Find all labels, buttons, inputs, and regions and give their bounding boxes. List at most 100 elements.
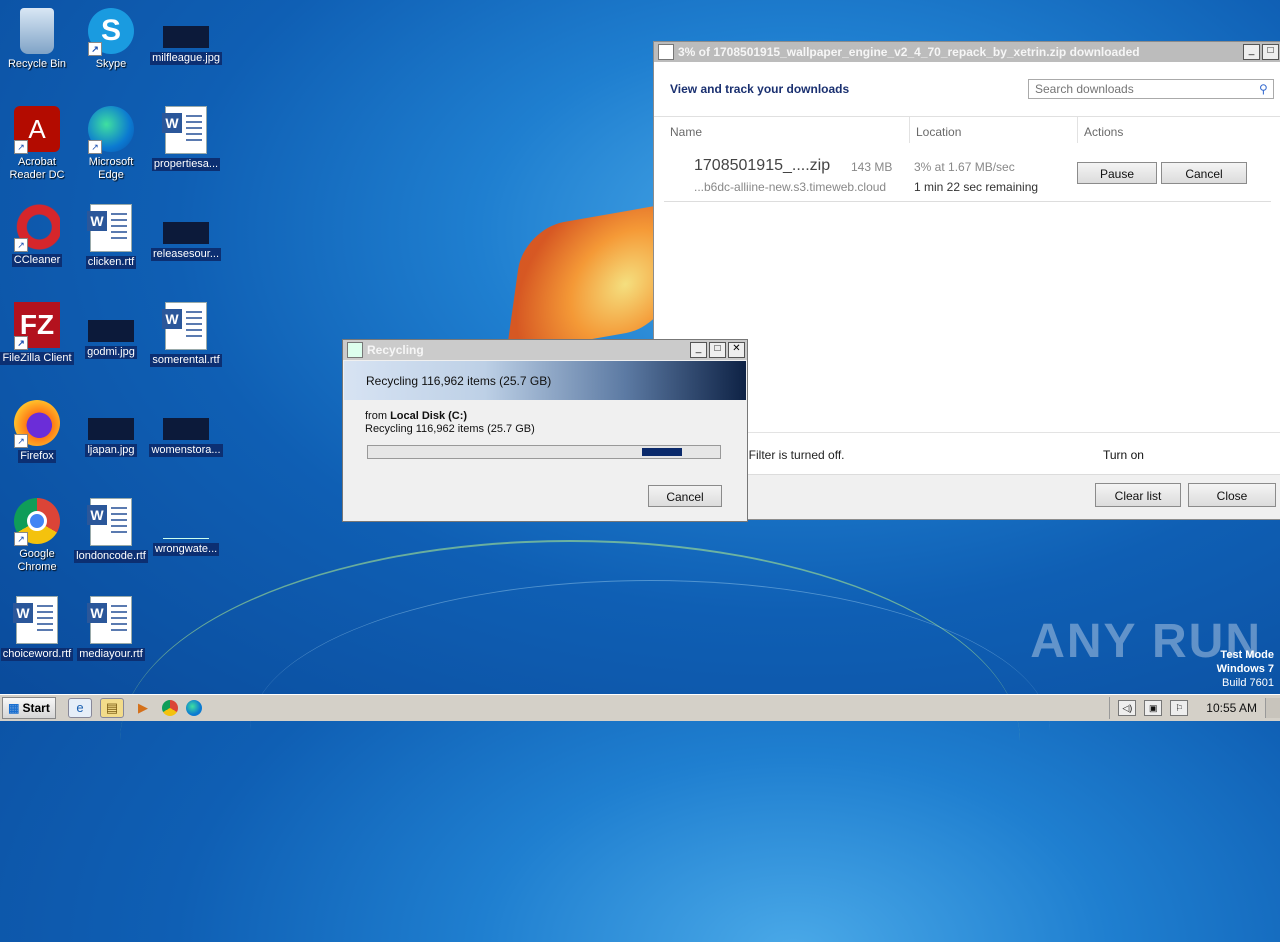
word-document-icon: W bbox=[87, 596, 132, 644]
windows-logo-icon: ▦ bbox=[8, 701, 20, 715]
desktop-icon-label: clicken.rtf bbox=[85, 256, 137, 269]
clock[interactable]: 10:55 AM bbox=[1206, 701, 1257, 715]
desktop-icon-label: londoncode.rtf bbox=[74, 550, 148, 563]
recycle-icon bbox=[347, 342, 363, 358]
desktop-icon-somerental[interactable]: W somerental.rtf bbox=[149, 302, 223, 370]
acrobat-icon: A ↗ bbox=[14, 106, 60, 154]
show-desktop-button[interactable] bbox=[1265, 698, 1280, 718]
search-icon[interactable]: ⚲ bbox=[1259, 82, 1273, 96]
title-bar[interactable]: Recycling _ □ ✕ bbox=[343, 340, 747, 360]
desktop-icon-releasesour[interactable]: releasesour... bbox=[149, 204, 223, 264]
os-text: Windows 7 bbox=[1216, 663, 1274, 675]
desktop-icon-propertiesa[interactable]: W propertiesa... bbox=[149, 106, 223, 174]
download-remaining: 1 min 22 sec remaining bbox=[914, 180, 1039, 194]
test-mode-watermark: Test Mode Windows 7 Build 7601 bbox=[1217, 648, 1274, 690]
desktop-icon-milfleague[interactable]: milfleague.jpg bbox=[149, 8, 223, 68]
desktop-icon-recycle-bin[interactable]: Recycle Bin bbox=[0, 8, 74, 74]
shortcut-arrow-icon: ↗ bbox=[14, 140, 28, 154]
desktop-icon-acrobat[interactable]: A ↗ Acrobat Reader DC bbox=[0, 106, 74, 185]
column-name[interactable]: Name bbox=[654, 117, 910, 143]
shortcut-arrow-icon: ↗ bbox=[14, 336, 28, 350]
desktop-icon-mediayour[interactable]: W mediayour.rtf bbox=[74, 596, 148, 664]
clear-list-button[interactable]: Clear list bbox=[1095, 483, 1181, 507]
shortcut-arrow-icon: ↗ bbox=[14, 434, 28, 448]
skype-icon: S ↗ bbox=[88, 8, 134, 56]
from-prefix: from bbox=[365, 410, 387, 422]
edge-taskbar-icon[interactable] bbox=[186, 700, 202, 716]
desktop-icon-filezilla[interactable]: FZ ↗ FileZilla Client bbox=[0, 302, 74, 368]
desktop-icon-label: mediayour.rtf bbox=[77, 648, 145, 661]
volume-icon[interactable]: ◁) bbox=[1118, 700, 1137, 716]
desktop-icon-wrongwate[interactable]: wrongwate... bbox=[149, 498, 223, 559]
filter-status-text: en Filter is turned off. bbox=[732, 448, 845, 462]
download-size: 143 MB bbox=[851, 160, 893, 174]
edge-icon: ↗ bbox=[88, 106, 134, 154]
progress-bar bbox=[367, 445, 721, 459]
desktop-icon-womenstora[interactable]: womenstora... bbox=[149, 400, 223, 460]
recycling-banner: Recycling 116,962 items (25.7 GB) bbox=[344, 361, 746, 400]
recycling-detail: Recycling 116,962 items (25.7 GB) bbox=[365, 423, 535, 435]
desktop-icon-skype[interactable]: S ↗ Skype bbox=[74, 8, 148, 74]
minimize-button[interactable]: _ bbox=[690, 342, 707, 358]
image-thumbnail-icon bbox=[88, 320, 134, 342]
desktop-icon-label: Acrobat Reader DC bbox=[9, 156, 65, 181]
desktop-icon-label: propertiesa... bbox=[151, 158, 221, 171]
download-filename[interactable]: 1708501915_....zip bbox=[694, 157, 830, 175]
image-thumbnail-icon bbox=[163, 222, 209, 244]
close-button[interactable]: Close bbox=[1188, 483, 1276, 507]
desktop-icon-label: milfleague.jpg bbox=[150, 52, 222, 65]
desktop-icon-londoncode[interactable]: W londoncode.rtf bbox=[74, 498, 148, 566]
network-icon[interactable]: ▣ bbox=[1144, 700, 1163, 716]
turn-on-link[interactable]: Turn on bbox=[1103, 448, 1144, 462]
maximize-button[interactable]: □ bbox=[1262, 44, 1279, 60]
ccleaner-icon: ↗ bbox=[14, 204, 60, 252]
download-progress: 3% at 1.67 MB/sec bbox=[914, 160, 1015, 174]
desktop-icon-choiceword[interactable]: W choiceword.rtf bbox=[0, 596, 74, 664]
internet-explorer-icon[interactable]: e bbox=[68, 698, 92, 718]
desktop-icon-ccleaner[interactable]: ↗ CCleaner bbox=[0, 204, 74, 270]
desktop-icon-label: godmi.jpg bbox=[85, 346, 137, 359]
file-explorer-icon[interactable]: ▤ bbox=[100, 698, 124, 718]
shortcut-arrow-icon: ↗ bbox=[88, 42, 102, 56]
desktop-icon-godmi[interactable]: godmi.jpg bbox=[74, 302, 148, 362]
desktop-icon-label: wrongwate... bbox=[152, 543, 220, 556]
desktop-icon-chrome[interactable]: ↗ Google Chrome bbox=[0, 498, 74, 577]
desktop-icon-label: choiceword.rtf bbox=[0, 648, 74, 661]
firefox-icon: ↗ bbox=[14, 400, 60, 448]
maximize-button[interactable]: □ bbox=[709, 342, 726, 358]
progress-marquee bbox=[642, 448, 682, 456]
shortcut-arrow-icon: ↗ bbox=[14, 238, 28, 252]
start-button[interactable]: ▦ Start bbox=[2, 697, 56, 719]
column-location[interactable]: Location bbox=[910, 117, 1078, 143]
column-actions: Actions bbox=[1084, 125, 1124, 139]
desktop-icon-label: releasesour... bbox=[150, 248, 222, 261]
desktop-icon-label: FileZilla Client bbox=[0, 352, 74, 365]
media-player-icon[interactable]: ▶ bbox=[132, 699, 154, 717]
search-box[interactable]: ⚲ bbox=[1028, 79, 1274, 99]
column-headers: Name Location Actions bbox=[654, 116, 1280, 143]
word-document-icon: W bbox=[87, 498, 132, 546]
desktop-icon-label: Skype bbox=[95, 58, 127, 70]
desktop-icon-label: Firefox bbox=[18, 450, 56, 463]
desktop-icon-ljapan[interactable]: ljapan.jpg bbox=[74, 400, 148, 460]
desktop-icon-label: somerental.rtf bbox=[150, 354, 222, 367]
cancel-download-button[interactable]: Cancel bbox=[1161, 162, 1247, 184]
downloads-heading: View and track your downloads bbox=[670, 82, 850, 96]
desktop-icon-edge[interactable]: ↗ Microsoft Edge bbox=[74, 106, 148, 185]
word-document-icon: W bbox=[162, 106, 207, 154]
close-icon[interactable]: ✕ bbox=[728, 342, 745, 358]
pause-button[interactable]: Pause bbox=[1077, 162, 1157, 184]
search-input[interactable] bbox=[1033, 81, 1259, 97]
title-bar[interactable]: 3% of 1708501915_wallpaper_engine_v2_4_7… bbox=[654, 42, 1280, 62]
download-item[interactable]: 1708501915_....zip 143 MB ...b6dc-alliin… bbox=[664, 143, 1271, 202]
chrome-taskbar-icon[interactable] bbox=[162, 700, 178, 716]
desktop-icon-label: Google Chrome bbox=[17, 548, 57, 573]
desktop-icon-firefox[interactable]: ↗ Firefox bbox=[0, 400, 74, 466]
recycling-dialog: Recycling _ □ ✕ Recycling 116,962 items … bbox=[342, 339, 748, 522]
system-tray: ◁) ▣ ⚐ 10:55 AM bbox=[1109, 697, 1280, 719]
minimize-button[interactable]: _ bbox=[1243, 44, 1260, 60]
action-center-flag-icon[interactable]: ⚐ bbox=[1170, 700, 1189, 716]
shortcut-arrow-icon: ↗ bbox=[14, 532, 28, 546]
desktop-icon-clicken[interactable]: W clicken.rtf bbox=[74, 204, 148, 272]
cancel-button[interactable]: Cancel bbox=[648, 485, 722, 507]
